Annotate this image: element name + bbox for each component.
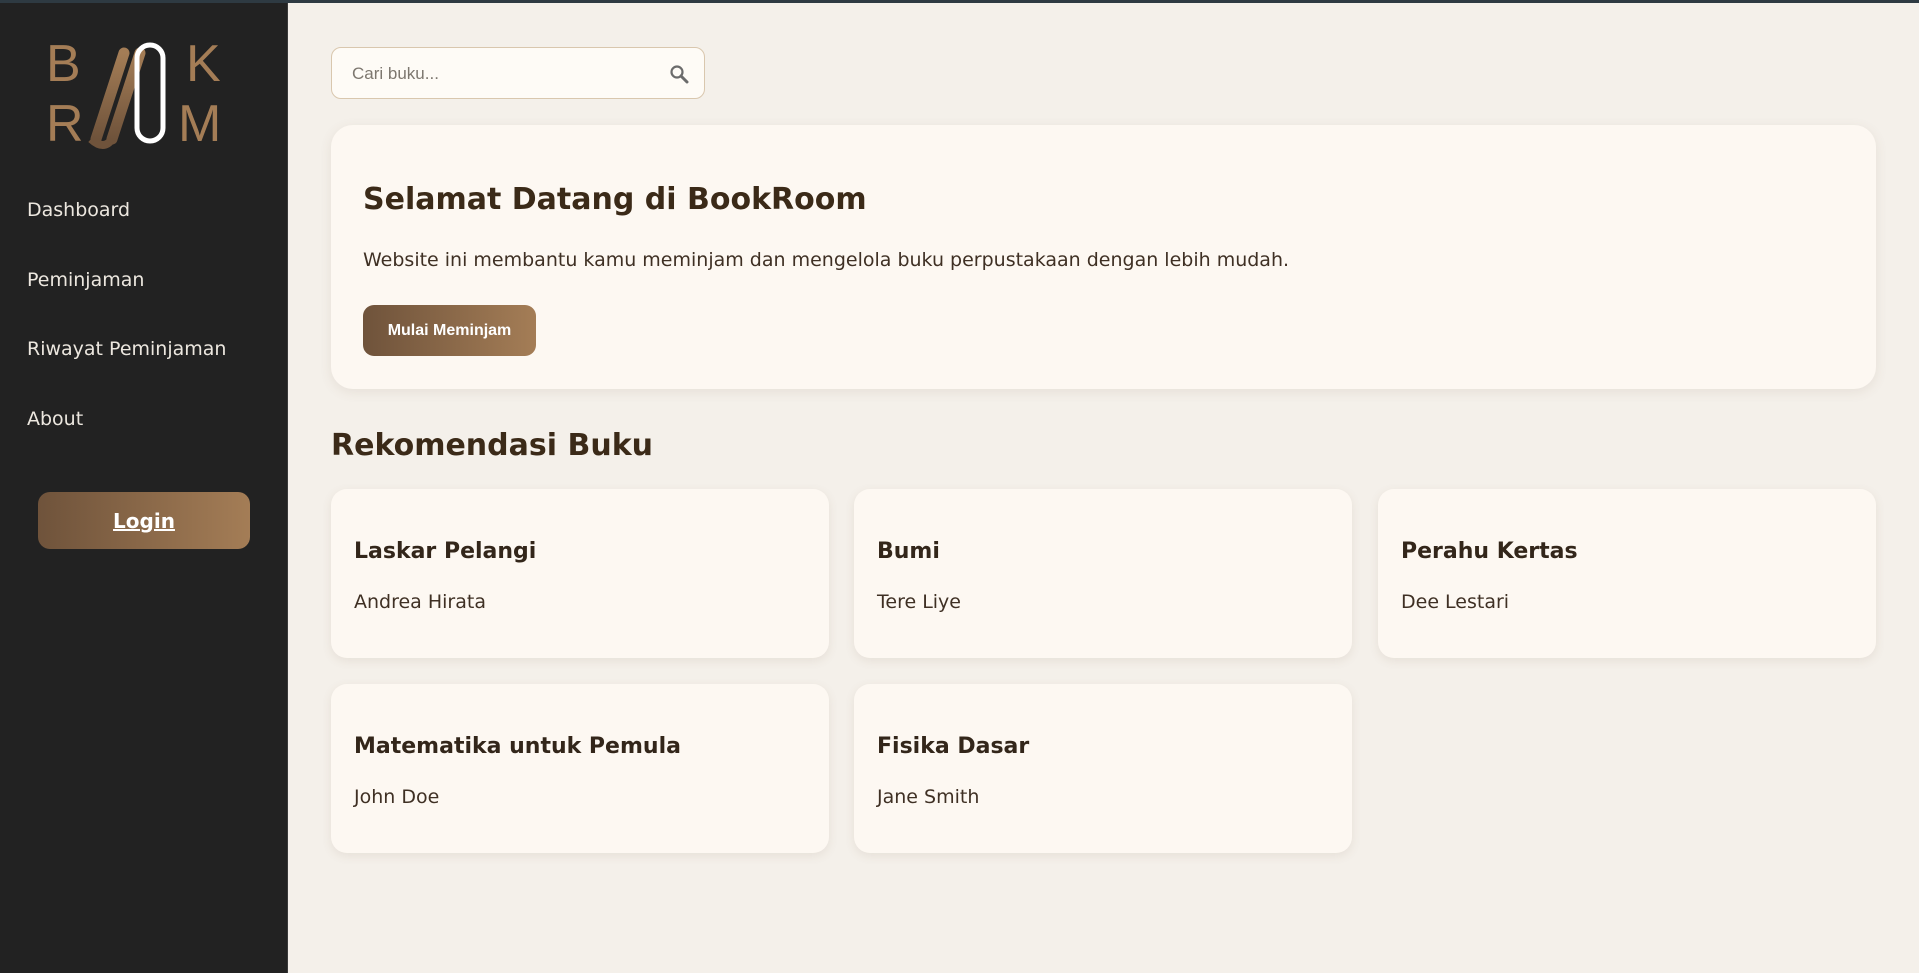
- book-card[interactable]: Fisika Dasar Jane Smith: [854, 684, 1352, 853]
- book-author: Dee Lestari: [1401, 591, 1510, 613]
- book-title: Laskar Pelangi: [354, 539, 537, 564]
- book-title: Fisika Dasar: [877, 734, 1030, 759]
- book-title: Bumi: [877, 539, 940, 564]
- search-input[interactable]: [332, 48, 674, 100]
- book-card[interactable]: Bumi Tere Liye: [854, 489, 1352, 658]
- start-borrowing-button[interactable]: Mulai Meminjam: [363, 305, 536, 356]
- search-icon[interactable]: [669, 64, 689, 84]
- svg-text:R: R: [46, 95, 84, 149]
- login-button[interactable]: Login: [38, 492, 250, 549]
- book-card[interactable]: Laskar Pelangi Andrea Hirata: [331, 489, 829, 658]
- search-bar: [331, 47, 705, 100]
- book-title: Perahu Kertas: [1401, 539, 1578, 564]
- welcome-description: Website ini membantu kamu meminjam dan m…: [363, 249, 1290, 271]
- welcome-banner: Selamat Datang di BookRoom Website ini m…: [331, 125, 1876, 389]
- book-author: Tere Liye: [877, 591, 961, 613]
- book-author: John Doe: [354, 786, 440, 808]
- book-title: Matematika untuk Pemula: [354, 734, 681, 759]
- book-author: Andrea Hirata: [354, 591, 486, 613]
- sidebar-item-dashboard[interactable]: Dashboard: [27, 199, 130, 221]
- main-content: Selamat Datang di BookRoom Website ini m…: [288, 3, 1919, 973]
- book-card[interactable]: Perahu Kertas Dee Lestari: [1378, 489, 1876, 658]
- sidebar: B K R M Dashboard Peminjaman Riwayat Pem…: [0, 3, 288, 973]
- bookroom-logo[interactable]: B K R M: [42, 35, 224, 153]
- book-card[interactable]: Matematika untuk Pemula John Doe: [331, 684, 829, 853]
- recommendations-heading: Rekomendasi Buku: [331, 428, 654, 463]
- svg-text:M: M: [178, 95, 221, 149]
- svg-text:K: K: [186, 39, 221, 93]
- sidebar-item-riwayat-peminjaman[interactable]: Riwayat Peminjaman: [27, 338, 226, 360]
- svg-text:B: B: [46, 39, 81, 93]
- book-author: Jane Smith: [877, 786, 980, 808]
- sidebar-item-about[interactable]: About: [27, 408, 83, 430]
- welcome-title: Selamat Datang di BookRoom: [363, 182, 867, 217]
- sidebar-item-peminjaman[interactable]: Peminjaman: [27, 269, 144, 291]
